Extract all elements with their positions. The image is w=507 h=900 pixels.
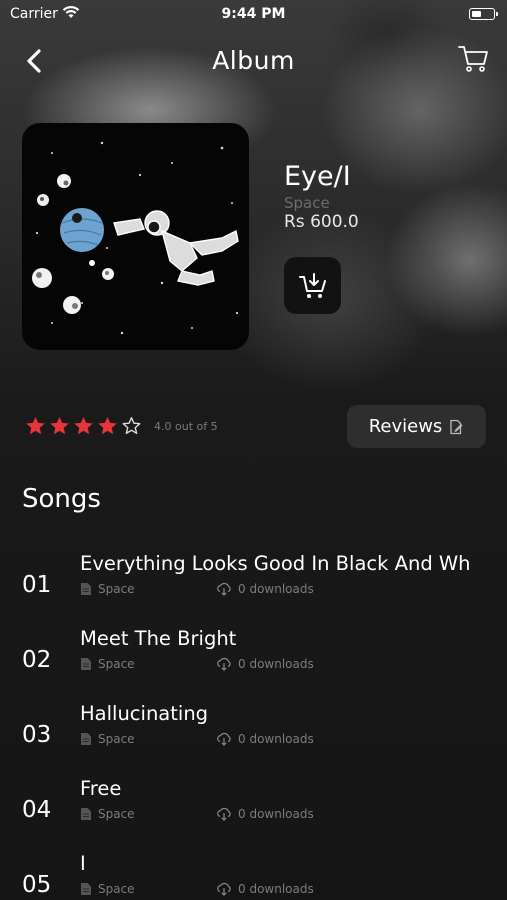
rating: 4.0 out of 5: [24, 415, 218, 437]
document-icon: [81, 808, 91, 820]
document-icon: [81, 583, 91, 595]
song-number: 05: [22, 872, 52, 898]
song-number: 03: [22, 722, 52, 748]
album-price: Rs 600.0: [284, 212, 359, 232]
song-artist: Space: [98, 882, 135, 896]
star-filled-icon: [26, 416, 45, 435]
reviews-button[interactable]: Reviews: [347, 405, 486, 448]
song-title: Hallucinating: [80, 702, 209, 725]
song-title: I: [80, 852, 86, 875]
cloud-download-icon: [217, 657, 231, 671]
album-info: Eye/I Space Rs 600.0: [284, 160, 359, 232]
song-meta: Space 0 downloads: [80, 732, 314, 746]
rating-text: 4.0 out of 5: [154, 419, 218, 433]
song-title: Meet The Bright: [80, 627, 237, 650]
cloud-download-icon: [217, 732, 231, 746]
star-filled-icon: [98, 416, 117, 435]
document-icon: [81, 883, 91, 895]
song-artist: Space: [98, 582, 135, 596]
star-filled-icon: [50, 416, 69, 435]
song-downloads: 0 downloads: [238, 807, 314, 821]
status-bar: Carrier 9:44 PM: [0, 0, 507, 28]
song-downloads: 0 downloads: [238, 657, 314, 671]
song-meta: Space 0 downloads: [80, 657, 314, 671]
song-number: 02: [22, 647, 52, 673]
song-number: 01: [22, 572, 52, 598]
song-row[interactable]: 03 Hallucinating Space 0 downloads: [0, 702, 507, 774]
song-row[interactable]: 01 Everything Looks Good In Black And Wh…: [0, 552, 507, 624]
song-row[interactable]: 04 Free Space 0 downloads: [0, 777, 507, 849]
astronaut-artwork: [32, 141, 239, 335]
add-to-cart-button[interactable]: [284, 257, 341, 314]
song-title: Free: [80, 777, 122, 800]
cloud-download-icon: [217, 582, 231, 596]
document-icon: [81, 658, 91, 670]
clock: 9:44 PM: [221, 6, 286, 22]
song-row[interactable]: 05 I Space 0 downloads: [0, 852, 507, 900]
page-title: Album: [212, 46, 295, 75]
star-filled-icon: [74, 416, 93, 435]
song-meta: Space 0 downloads: [80, 882, 314, 896]
star-empty-icon: [122, 417, 141, 435]
cart-download-icon: [298, 272, 326, 298]
battery-icon: [469, 8, 498, 20]
album-cover-art: [22, 123, 249, 350]
cloud-download-icon: [217, 807, 231, 821]
songs-heading: Songs: [22, 484, 101, 514]
song-downloads: 0 downloads: [238, 732, 314, 746]
song-title: Everything Looks Good In Black And Wh: [80, 552, 471, 575]
edit-icon: [450, 419, 463, 434]
nav-bar: Album: [0, 38, 507, 82]
song-artist: Space: [98, 732, 135, 746]
song-row[interactable]: 02 Meet The Bright Space 0 downloads: [0, 627, 507, 699]
cart-icon[interactable]: [455, 40, 491, 76]
song-number: 04: [22, 797, 52, 823]
song-meta: Space 0 downloads: [80, 582, 314, 596]
album-artist: Space: [284, 194, 330, 212]
cloud-download-icon: [217, 882, 231, 896]
song-meta: Space 0 downloads: [80, 807, 314, 821]
song-downloads: 0 downloads: [238, 582, 314, 596]
album-title: Eye/I: [284, 161, 351, 192]
song-artist: Space: [98, 657, 135, 671]
reviews-button-label: Reviews: [368, 416, 443, 437]
song-artist: Space: [98, 807, 135, 821]
document-icon: [81, 733, 91, 745]
song-downloads: 0 downloads: [238, 882, 314, 896]
